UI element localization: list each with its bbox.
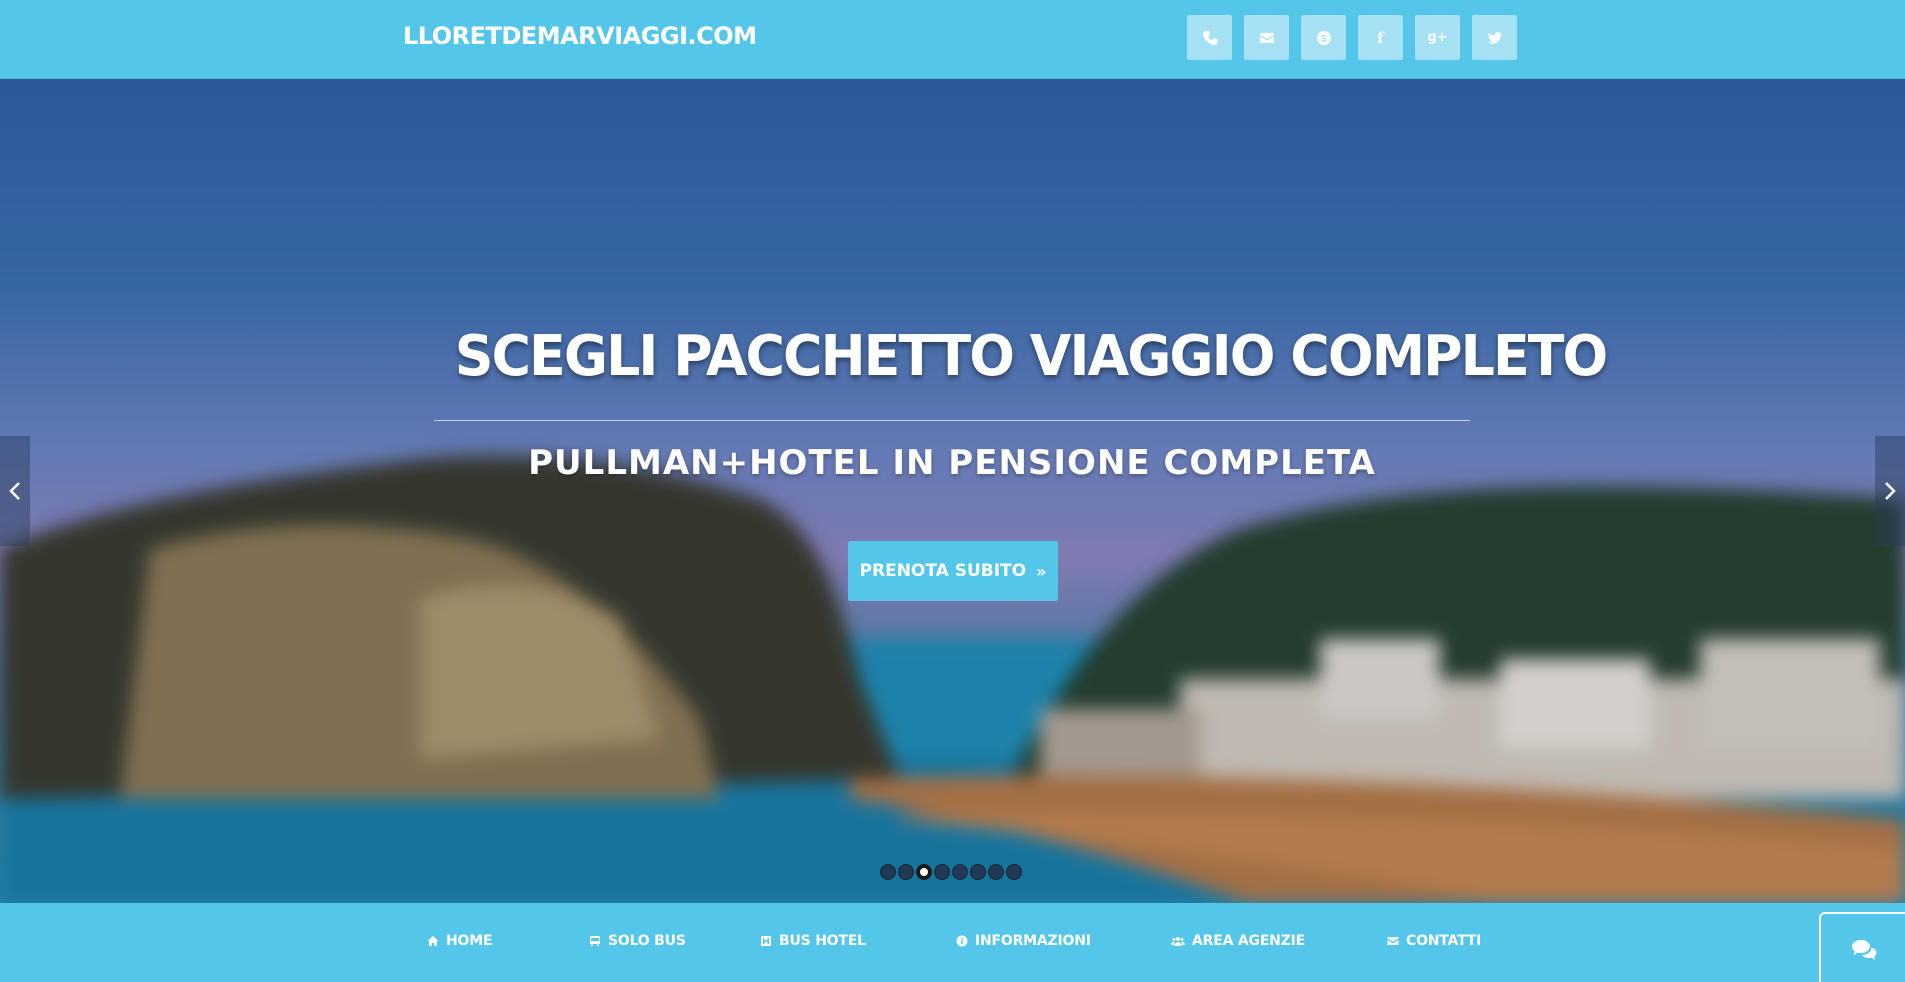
nav-item-bus-hotel-label: BUS HOTEL [779,933,866,949]
twitter-icon [1487,31,1502,44]
google-plus-icon: g+ [1427,30,1448,45]
site-logo-link[interactable]: LLORETDEMARVIAGGI.COM [403,22,757,50]
social-links: f g+ [1187,15,1529,60]
skype-button[interactable] [1301,15,1346,60]
hero-title: SCEGLI PACCHETTO VIAGGIO COMPLETO [454,324,1609,389]
nav-item-home[interactable]: HOME [427,933,493,949]
chat-widget-button[interactable] [1819,912,1905,982]
book-now-button[interactable]: PRENOTA SUBITO » [848,541,1058,601]
nav-item-solo-bus[interactable]: SOLO BUS [589,933,686,949]
slider-dot-5[interactable] [952,864,968,880]
email-button[interactable] [1244,15,1289,60]
slider-dot-3[interactable] [916,864,932,880]
slider-pagination [880,864,1022,880]
twitter-button[interactable] [1472,15,1517,60]
slider-prev-button[interactable] [0,436,30,546]
phone-icon [1202,30,1217,45]
google-plus-button[interactable]: g+ [1415,15,1460,60]
nav-item-bus-hotel[interactable]: BUS HOTEL [760,933,866,949]
nav-item-informazioni[interactable]: INFORMAZIONI [956,933,1091,949]
hotel-icon [761,936,771,946]
slider-dot-4[interactable] [934,864,950,880]
nav-item-home-label: HOME [446,933,493,949]
envelope-icon [1387,937,1399,945]
chevron-left-icon [9,482,20,500]
hero-slider: SCEGLI PACCHETTO VIAGGIO COMPLETO PULLMA… [0,79,1905,903]
phone-button[interactable] [1187,15,1232,60]
users-icon [1171,937,1185,946]
chat-bubbles-icon [1852,939,1877,960]
facebook-button[interactable]: f [1358,15,1403,60]
main-navigation: HOME SOLO BUS BUS HOTEL INFORMAZIONI ARE… [0,903,1905,982]
top-header: LLORETDEMARVIAGGI.COM f g+ [0,0,1905,79]
skype-icon [1316,30,1331,45]
slider-dot-8[interactable] [1006,864,1022,880]
home-icon [427,936,439,946]
slider-dot-7[interactable] [988,864,1004,880]
hero-overlay [0,79,1905,903]
slider-dot-2[interactable] [898,864,914,880]
nav-item-contatti-label: CONTATTI [1406,933,1482,949]
slider-dot-6[interactable] [970,864,986,880]
slider-next-button[interactable] [1875,436,1905,546]
facebook-icon: f [1377,28,1384,47]
double-chevron-right-icon: » [1036,561,1047,581]
nav-item-solo-bus-label: SOLO BUS [608,933,686,949]
nav-item-area-agenzie-label: AREA AGENZIE [1192,933,1306,949]
envelope-icon [1259,32,1274,43]
chevron-right-icon [1885,482,1896,500]
nav-item-contatti[interactable]: CONTATTI [1387,933,1481,949]
nav-item-area-agenzie[interactable]: AREA AGENZIE [1171,933,1305,949]
slider-dot-1[interactable] [880,864,896,880]
bus-icon [590,936,600,946]
book-now-label: PRENOTA SUBITO [859,561,1027,581]
hero-subtitle: PULLMAN+HOTEL IN PENSIONE COMPLETA [528,443,1376,483]
hero-divider [434,420,1470,421]
info-icon [956,935,968,947]
nav-item-informazioni-label: INFORMAZIONI [975,933,1091,949]
